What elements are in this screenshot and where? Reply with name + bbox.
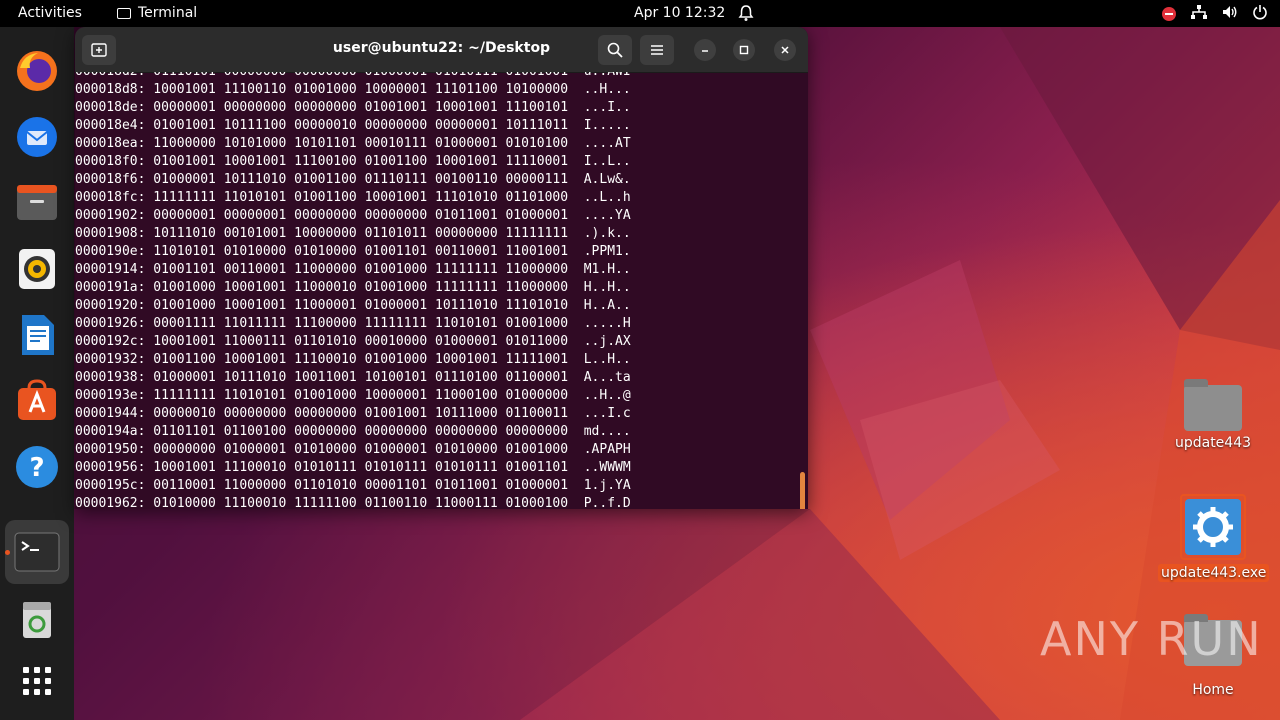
- terminal-line: 0000192c: 10001001 11000111 01101010 000…: [75, 334, 631, 349]
- terminal-line: 00001914: 01001101 00110001 11000000 010…: [75, 262, 631, 277]
- terminal-line: 000018f0: 01001001 10001001 11100100 010…: [75, 154, 631, 169]
- terminal-scrollbar[interactable]: [800, 472, 805, 509]
- terminal-window[interactable]: user@ubuntu22: ~/Desktop 000018d2: 01110…: [75, 27, 808, 509]
- terminal-line: 0000191a: 01001000 10001001 11000010 010…: [75, 280, 631, 295]
- desktop-icon-label: update443: [1174, 435, 1252, 451]
- close-button[interactable]: [774, 39, 796, 61]
- minimize-button[interactable]: [694, 39, 716, 61]
- terminal-line: 00001926: 00001111 11011111 11100000 111…: [75, 316, 631, 331]
- libreoffice-writer-icon[interactable]: [13, 311, 61, 359]
- desktop-folder-update443[interactable]: update443: [1158, 379, 1268, 451]
- app-menu-label: Terminal: [138, 5, 198, 21]
- terminal-line: 00001908: 10111010 00101001 10000000 011…: [75, 226, 631, 241]
- terminal-line: 000018e4: 01001001 10111100 00000010 000…: [75, 118, 631, 133]
- app-menu[interactable]: Terminal: [117, 5, 197, 21]
- system-tray[interactable]: [1162, 4, 1268, 24]
- terminal-line: 000018f6: 01000001 10111010 01001100 011…: [75, 172, 631, 187]
- terminal-line: 00001962: 01010000 11100010 11111100 011…: [75, 496, 631, 509]
- terminal-line: 000018ea: 11000000 10101000 10101101 000…: [75, 136, 631, 151]
- files-icon[interactable]: [13, 179, 61, 227]
- top-bar: Activities Terminal Apr 10 12:32: [0, 0, 1280, 27]
- terminal-line: 000018fc: 11111111 11010101 01001100 100…: [75, 190, 631, 205]
- power-icon[interactable]: [1252, 4, 1268, 24]
- hamburger-menu-icon[interactable]: [640, 35, 674, 65]
- rhythmbox-icon[interactable]: [13, 245, 61, 293]
- desktop-file-update443-exe[interactable]: update443.exe: [1158, 494, 1270, 582]
- show-apps-icon[interactable]: [13, 657, 61, 705]
- trash-icon[interactable]: [13, 595, 61, 643]
- terminal-line: 00001944: 00000010 00000000 00000000 010…: [75, 406, 631, 421]
- notification-bell-icon[interactable]: [738, 4, 754, 26]
- terminal-line: 000018d8: 10001001 11100110 01001000 100…: [75, 82, 631, 97]
- terminal-line: 00001902: 00000001 00000001 00000000 000…: [75, 208, 631, 223]
- terminal-app-icon: [117, 7, 131, 19]
- help-icon[interactable]: ?: [13, 443, 61, 491]
- svg-text:?: ?: [29, 453, 44, 483]
- desktop-icon-label: Home: [1192, 682, 1234, 698]
- firefox-icon[interactable]: [13, 47, 61, 95]
- thunderbird-icon[interactable]: [13, 113, 61, 161]
- volume-icon[interactable]: [1222, 4, 1238, 24]
- terminal-line: 00001950: 00000000 01000001 01010000 010…: [75, 442, 631, 457]
- terminal-lines: 000018d2: 01110101 00000000 00000000 010…: [75, 72, 631, 509]
- watermark: ANY RUN: [1040, 612, 1263, 666]
- do-not-disturb-icon[interactable]: [1162, 7, 1176, 21]
- terminal-line: 000018d2: 01110101 00000000 00000000 010…: [75, 72, 631, 81]
- terminal-dock-icon[interactable]: [5, 520, 69, 584]
- terminal-line: 0000194a: 01101101 01100100 00000000 000…: [75, 424, 631, 439]
- terminal-line: 00001920: 01001000 10001001 11000001 010…: [75, 298, 631, 313]
- terminal-line: 0000195c: 00110001 11000000 01101010 000…: [75, 478, 631, 493]
- executable-icon-wrapper: [1180, 494, 1246, 560]
- terminal-output[interactable]: 000018d2: 01110101 00000000 00000000 010…: [75, 72, 808, 509]
- dock: ?: [0, 27, 74, 720]
- gear-icon: [1185, 499, 1241, 555]
- app-center-icon[interactable]: [13, 377, 61, 425]
- terminal-line: 000018de: 00000001 00000000 00000000 010…: [75, 100, 631, 115]
- network-icon[interactable]: [1190, 4, 1208, 24]
- terminal-line: 0000190e: 11010101 01010000 01010000 010…: [75, 244, 631, 259]
- terminal-line: 00001956: 10001001 11100010 01010111 010…: [75, 460, 631, 475]
- clock[interactable]: Apr 10 12:32: [634, 5, 725, 21]
- terminal-titlebar[interactable]: user@ubuntu22: ~/Desktop: [75, 27, 808, 73]
- activities-button[interactable]: Activities: [18, 5, 82, 21]
- folder-icon: [1184, 379, 1242, 431]
- running-indicator: [5, 550, 10, 555]
- terminal-line: 00001938: 01000001 10111010 10011001 101…: [75, 370, 631, 385]
- desktop-icon-label: update443.exe: [1158, 564, 1270, 582]
- terminal-line: 0000193e: 11111111 11010101 01001000 100…: [75, 388, 631, 403]
- search-icon[interactable]: [598, 35, 632, 65]
- maximize-button[interactable]: [733, 39, 755, 61]
- terminal-line: 00001932: 01001100 10001001 11100010 010…: [75, 352, 631, 367]
